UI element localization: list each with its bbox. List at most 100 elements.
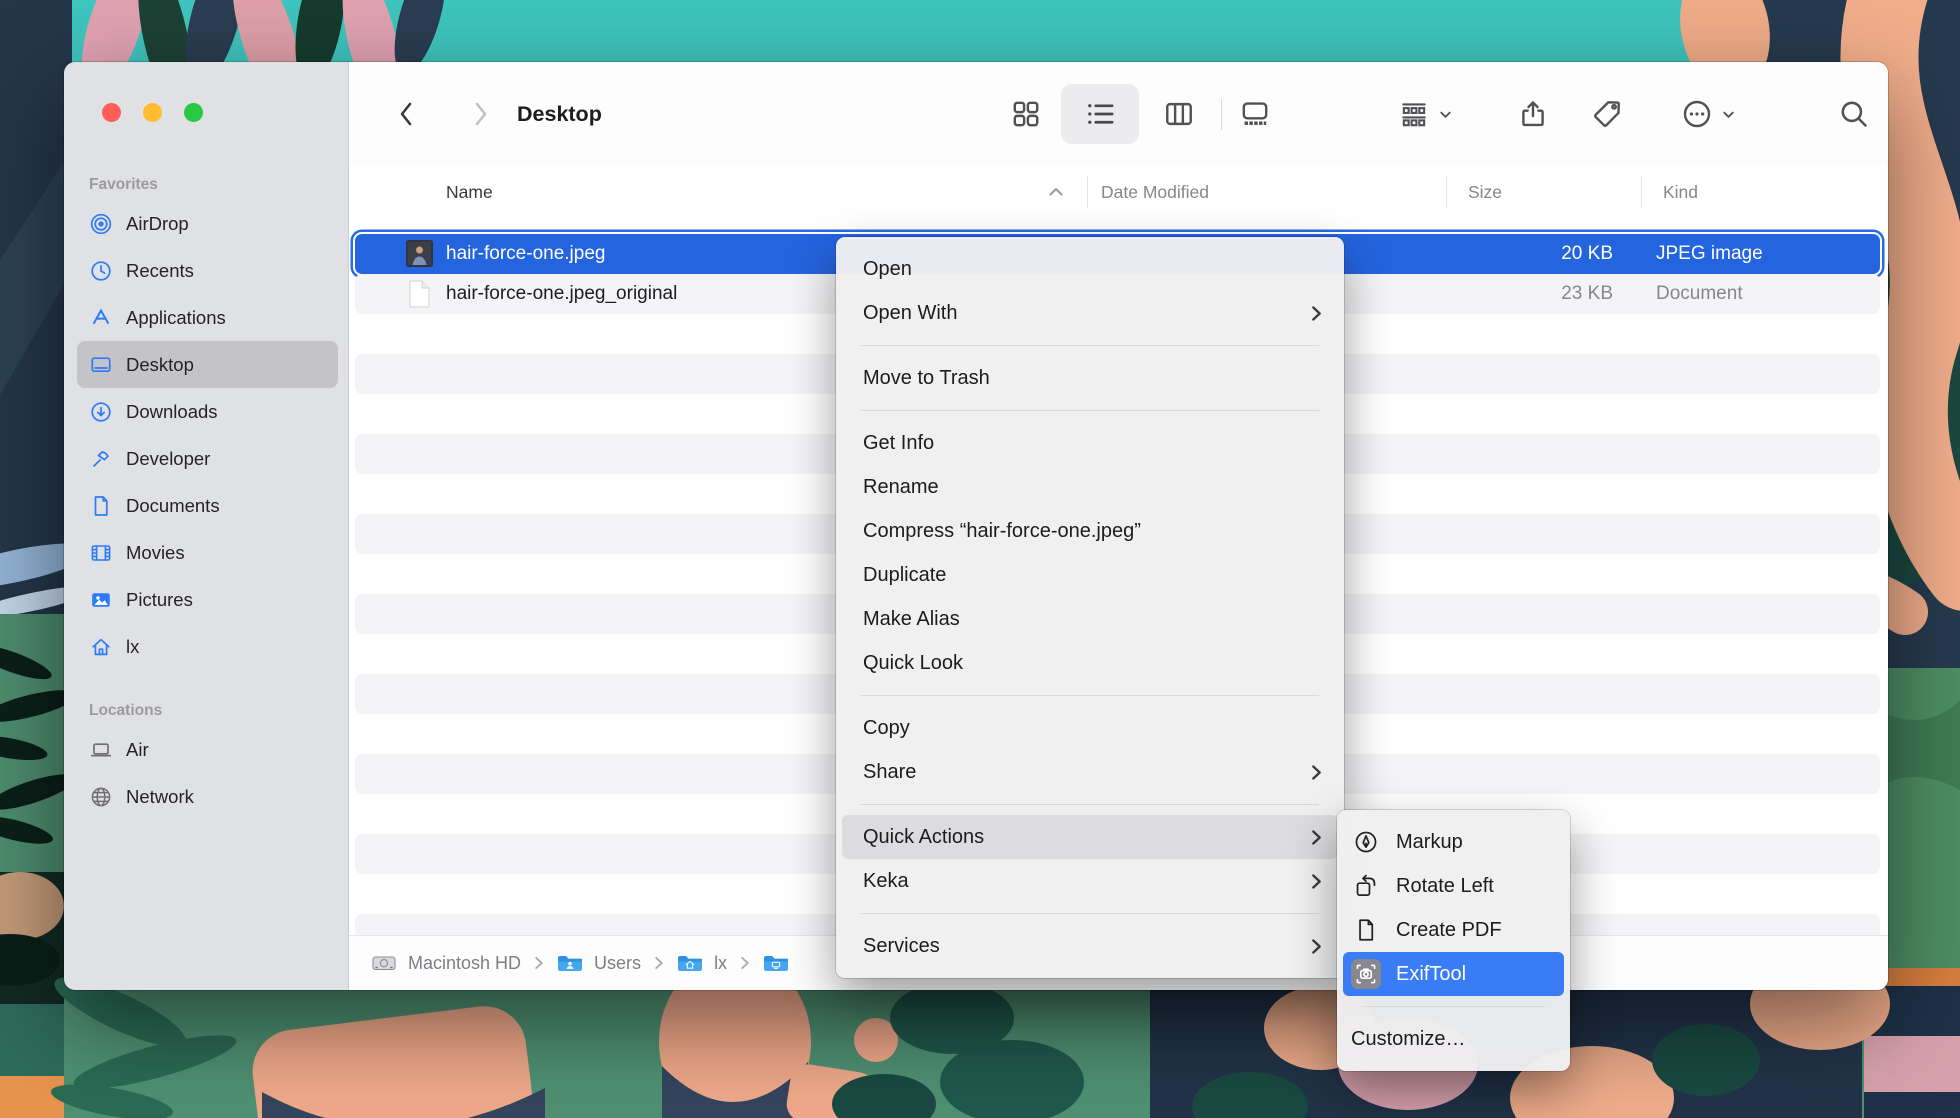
sidebar-item-label: Documents	[126, 495, 220, 517]
menu-item-move-to-trash[interactable]: Move to Trash	[836, 356, 1344, 400]
exiftool-app-icon	[1351, 959, 1381, 989]
menu-item-make-alias[interactable]: Make Alias	[836, 597, 1344, 641]
column-header-kind[interactable]: Kind	[1663, 166, 1698, 218]
sidebar-item-pictures[interactable]: Pictures	[77, 576, 338, 623]
sidebar-item-network[interactable]: Network	[77, 773, 338, 820]
menu-item-label: Move to Trash	[863, 367, 990, 390]
menu-item-quick-actions[interactable]: Quick Actions	[842, 815, 1338, 859]
sidebar-item-label: Pictures	[126, 589, 193, 611]
file-kind: JPEG image	[1656, 234, 1763, 274]
submenu-chevron-icon	[1311, 764, 1322, 781]
tag-button[interactable]	[1582, 62, 1632, 166]
menu-item-open[interactable]: Open	[836, 247, 1344, 291]
hammer-icon	[89, 447, 113, 471]
column-header-size[interactable]: Size	[1468, 166, 1502, 218]
sidebar-section-favorites: Favorites	[77, 170, 338, 200]
path-item-lx[interactable]: lx	[677, 951, 727, 975]
menu-item-quick-look[interactable]: Quick Look	[836, 641, 1344, 685]
image-thumbnail-icon	[406, 240, 433, 267]
sidebar-item-documents[interactable]: Documents	[77, 482, 338, 529]
sidebar-item-airdrop[interactable]: AirDrop	[77, 200, 338, 247]
menu-item-label: Open	[863, 258, 912, 281]
share-button[interactable]	[1508, 62, 1558, 166]
menu-item-get-info[interactable]: Get Info	[836, 421, 1344, 465]
document-file-icon	[408, 280, 431, 308]
path-item-desktop[interactable]	[763, 951, 800, 975]
submenu-item-markup[interactable]: Markup	[1337, 820, 1570, 864]
menu-item-rename[interactable]: Rename	[836, 465, 1344, 509]
column-divider[interactable]	[1641, 176, 1642, 208]
menu-item-label: Get Info	[863, 432, 934, 455]
path-item-users[interactable]: Users	[557, 951, 641, 975]
menu-item-label: Make Alias	[863, 608, 960, 631]
folder-desktop-icon	[763, 951, 789, 975]
icon-view-button[interactable]	[1001, 62, 1051, 166]
menu-item-share[interactable]: Share	[836, 750, 1344, 794]
menu-item-services[interactable]: Services	[836, 924, 1344, 968]
list-view-button[interactable]	[1061, 62, 1139, 166]
file-kind: Document	[1656, 274, 1743, 314]
chevron-down-icon	[1720, 106, 1737, 123]
chevron-down-icon	[1437, 106, 1454, 123]
menu-item-compress[interactable]: Compress “hair-force-one.jpeg”	[836, 509, 1344, 553]
sidebar-item-recents[interactable]: Recents	[77, 247, 338, 294]
column-view-button[interactable]	[1154, 62, 1204, 166]
film-icon	[89, 541, 113, 565]
clock-icon	[89, 259, 113, 283]
gallery-view-icon	[1239, 98, 1271, 130]
more-actions-button[interactable]	[1661, 62, 1757, 166]
submenu-item-label: Customize…	[1351, 1028, 1465, 1051]
sidebar-item-home[interactable]: Air lx	[77, 623, 338, 670]
zoom-button[interactable]	[184, 103, 203, 122]
column-header-name[interactable]: Name	[446, 166, 493, 218]
submenu-chevron-icon	[1311, 938, 1322, 955]
menu-item-label: Quick Look	[863, 652, 963, 675]
submenu-item-create-pdf[interactable]: Create PDF	[1337, 908, 1570, 952]
sidebar-item-downloads[interactable]: Downloads	[77, 388, 338, 435]
close-button[interactable]	[102, 103, 121, 122]
laptop-icon	[89, 738, 113, 762]
menu-item-copy[interactable]: Copy	[836, 706, 1344, 750]
path-item-macintosh-hd[interactable]: Macintosh HD	[371, 951, 521, 975]
sidebar-item-desktop[interactable]: Desktop	[77, 341, 338, 388]
submenu-item-label: Markup	[1396, 831, 1463, 854]
sidebar-item-label: Movies	[126, 542, 185, 564]
list-view-icon	[1083, 97, 1117, 131]
search-button[interactable]	[1829, 62, 1879, 166]
window-title: Desktop	[517, 62, 602, 166]
submenu-item-rotate-left[interactable]: Rotate Left	[1337, 864, 1570, 908]
group-button[interactable]	[1380, 62, 1472, 166]
sidebar-item-label: Recents	[126, 260, 194, 282]
forward-button[interactable]	[456, 62, 506, 166]
folder-home-icon	[677, 951, 703, 975]
submenu-item-customize[interactable]: Customize…	[1337, 1017, 1570, 1061]
menu-item-keka[interactable]: Keka	[836, 859, 1344, 903]
menu-item-label: Duplicate	[863, 564, 946, 587]
submenu-chevron-icon	[1311, 305, 1322, 322]
home-icon	[89, 635, 113, 659]
sidebar-item-label: Developer	[126, 448, 210, 470]
back-button[interactable]	[381, 62, 431, 166]
menu-item-duplicate[interactable]: Duplicate	[836, 553, 1344, 597]
chevron-right-icon	[471, 99, 491, 129]
file-size: 20 KB	[1561, 234, 1613, 274]
column-divider[interactable]	[1446, 176, 1447, 208]
menu-separator	[861, 345, 1319, 346]
column-header-date-modified[interactable]: Date Modified	[1101, 166, 1209, 218]
submenu-item-exiftool[interactable]: ExifTool	[1343, 952, 1564, 996]
gallery-view-button[interactable]	[1230, 62, 1280, 166]
sidebar-item-label: Downloads	[126, 401, 218, 423]
sidebar-item-movies[interactable]: Movies	[77, 529, 338, 576]
sidebar-item-air[interactable]: Air	[77, 726, 338, 773]
sidebar-item-label: Applications	[126, 307, 226, 329]
menu-item-open-with[interactable]: Open With	[836, 291, 1344, 335]
sidebar-item-applications[interactable]: Applications	[77, 294, 338, 341]
column-divider[interactable]	[1087, 176, 1088, 208]
share-icon	[1517, 98, 1549, 130]
minimize-button[interactable]	[143, 103, 162, 122]
sidebar-item-developer[interactable]: Developer	[77, 435, 338, 482]
path-label: Macintosh HD	[408, 953, 521, 974]
ellipsis-circle-icon	[1681, 98, 1713, 130]
menu-separator	[861, 804, 1319, 805]
menu-item-label: Compress “hair-force-one.jpeg”	[863, 520, 1141, 543]
